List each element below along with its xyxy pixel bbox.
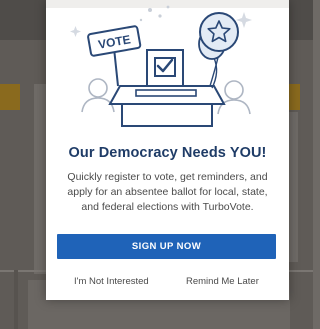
not-interested-link[interactable]: I'm Not Interested — [74, 276, 149, 287]
sign-up-now-button[interactable]: SIGN UP NOW — [57, 234, 276, 259]
checkbox-ballot-icon — [146, 49, 184, 91]
person-icon — [81, 78, 115, 113]
background-card-accent — [0, 84, 20, 110]
background-divider — [14, 270, 18, 329]
ballot-box-icon — [108, 85, 226, 127]
person-icon — [217, 80, 251, 115]
vote-sign-icon: VOTE — [87, 25, 142, 87]
star-balloon-icon — [198, 12, 239, 89]
modal-description: Quickly register to vote, get reminders,… — [67, 171, 268, 213]
remind-me-later-link[interactable]: Remind Me Later — [186, 276, 259, 287]
voting-illustration: VOTE — [70, 5, 252, 127]
modal-title: Our Democracy Needs YOU! — [68, 145, 267, 161]
signup-modal: VOTE Our Democracy Needs YOU! Quickly re… — [46, 0, 289, 300]
